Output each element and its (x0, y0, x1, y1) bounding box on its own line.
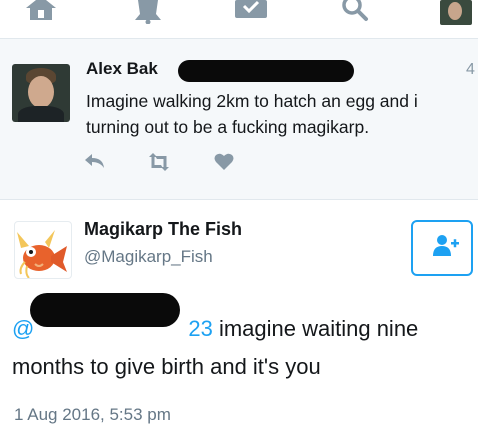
tweet-time: 4 (466, 61, 475, 78)
like-icon[interactable] (214, 153, 234, 170)
tweet-text-line: turning out to be a fucking magikarp. (86, 117, 370, 137)
notifications-icon[interactable] (134, 0, 162, 24)
add-user-icon (433, 235, 459, 256)
magikarp-avatar-image (17, 230, 67, 278)
mention-link[interactable]: 23 (188, 316, 212, 341)
home-icon[interactable] (24, 0, 58, 22)
tweet-text: Imagine walking 2km to hatch an egg and … (86, 88, 478, 140)
follow-button[interactable] (411, 220, 473, 276)
mention-link[interactable]: @ (12, 316, 34, 341)
profile-avatar[interactable] (440, 0, 472, 25)
tweet-timestamp: 1 Aug 2016, 5:53 pm (14, 405, 171, 424)
redaction-mark (178, 60, 354, 82)
messages-icon[interactable] (234, 0, 268, 20)
author-name[interactable]: Alex Bak (86, 59, 158, 79)
top-nav-bar (0, 0, 478, 38)
parent-tweet[interactable]: Alex Bak 4 Imagine walking 2km to hatch … (0, 38, 478, 200)
author-name[interactable]: Magikarp The Fish (84, 219, 242, 240)
reply-icon[interactable] (84, 153, 106, 169)
tweet-text-segment: imagine waiting nine (212, 316, 419, 341)
tweet-text-line: Imagine walking 2km to hatch an egg and … (86, 91, 418, 111)
avatar[interactable] (14, 221, 72, 279)
tweet-text: @23 imagine waiting nine months to give … (12, 310, 478, 386)
author-handle[interactable]: @Magikarp_Fish (84, 247, 213, 267)
tweet-text-line: months to give birth and it's you (12, 354, 321, 379)
retweet-icon[interactable] (146, 153, 172, 171)
search-icon[interactable] (340, 0, 370, 22)
tweet-text-line: @23 imagine waiting nine (12, 310, 478, 348)
avatar[interactable] (12, 64, 70, 122)
